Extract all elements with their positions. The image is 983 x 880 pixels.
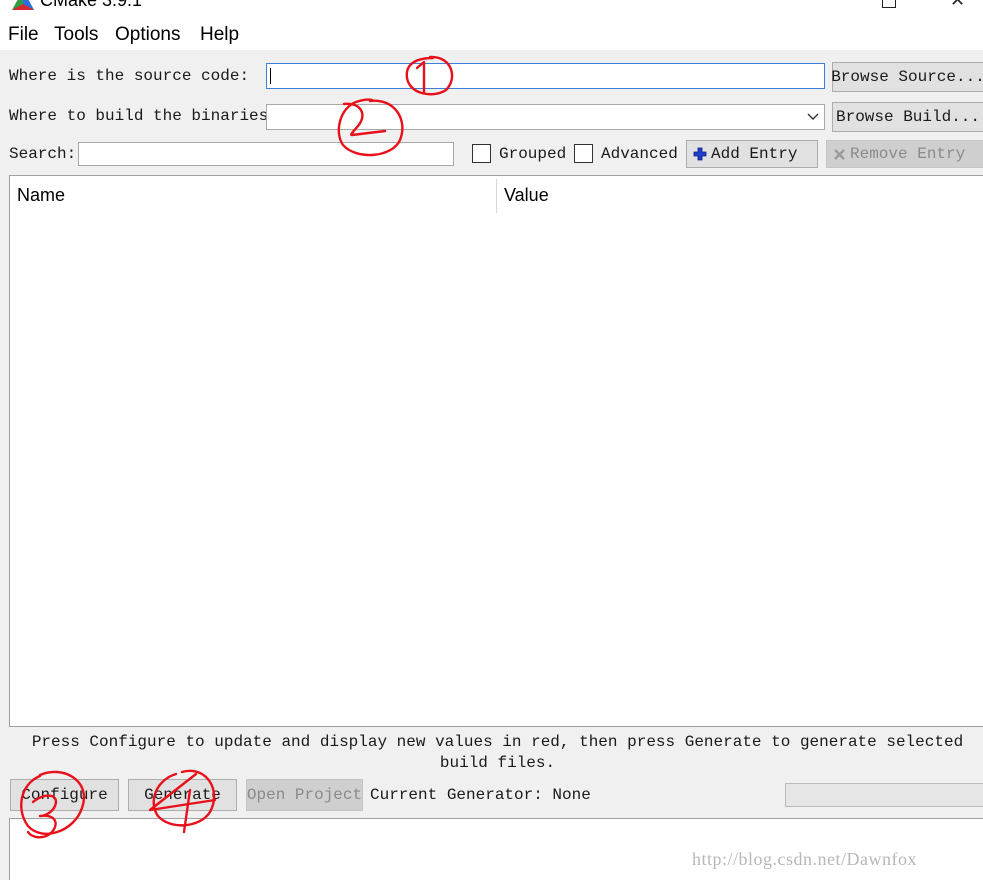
menu-bar: File Tools Options Help <box>0 14 983 50</box>
grouped-label: Grouped <box>499 145 567 163</box>
advanced-checkbox[interactable] <box>574 144 593 163</box>
close-icon[interactable]: ✕ <box>950 0 966 11</box>
menu-tools[interactable]: Tools <box>54 24 98 46</box>
add-entry-label: Add Entry <box>711 145 798 163</box>
search-input[interactable] <box>78 142 454 166</box>
cmake-logo-icon <box>12 0 34 10</box>
browse-build-button[interactable]: Browse Build... <box>832 102 983 132</box>
generate-button[interactable]: Generate <box>128 779 237 811</box>
remove-entry-button[interactable]: Remove Entry <box>826 140 983 168</box>
open-project-button[interactable]: Open Project <box>246 779 363 811</box>
window-title: CMake 3.9.1 <box>40 0 143 10</box>
advanced-label: Advanced <box>601 145 678 163</box>
current-generator-text: Current Generator: None <box>370 786 591 804</box>
build-label: Where to build the binaries: <box>9 107 278 125</box>
source-label: Where is the source code: <box>9 67 250 85</box>
build-combo[interactable] <box>266 104 825 130</box>
column-header-name[interactable]: Name <box>17 176 65 214</box>
search-label: Search: <box>9 145 77 163</box>
watermark-text: http://blog.csdn.net/Dawnfox <box>692 849 917 869</box>
menu-options[interactable]: Options <box>115 24 180 46</box>
title-bar: CMake 3.9.1 ✕ <box>0 0 983 14</box>
menu-file[interactable]: File <box>8 24 39 46</box>
browse-source-button[interactable]: Browse Source... <box>831 62 983 92</box>
maximize-icon[interactable] <box>882 0 896 8</box>
configure-button[interactable]: Configure <box>10 779 119 811</box>
remove-entry-label: Remove Entry <box>850 145 966 163</box>
column-header-value[interactable]: Value <box>504 176 549 214</box>
column-separator[interactable] <box>496 179 497 213</box>
add-entry-button[interactable]: Add Entry <box>686 140 818 168</box>
chevron-down-icon[interactable] <box>806 109 820 123</box>
hint-text: Press Configure to update and display ne… <box>31 733 964 772</box>
text-caret <box>270 68 271 84</box>
grouped-checkbox[interactable] <box>472 144 491 163</box>
plus-icon <box>693 147 707 161</box>
cache-table[interactable]: Name Value <box>9 175 983 727</box>
progress-bar <box>785 783 983 807</box>
source-input[interactable] <box>266 63 825 89</box>
menu-help[interactable]: Help <box>200 24 239 46</box>
remove-icon <box>834 148 845 160</box>
